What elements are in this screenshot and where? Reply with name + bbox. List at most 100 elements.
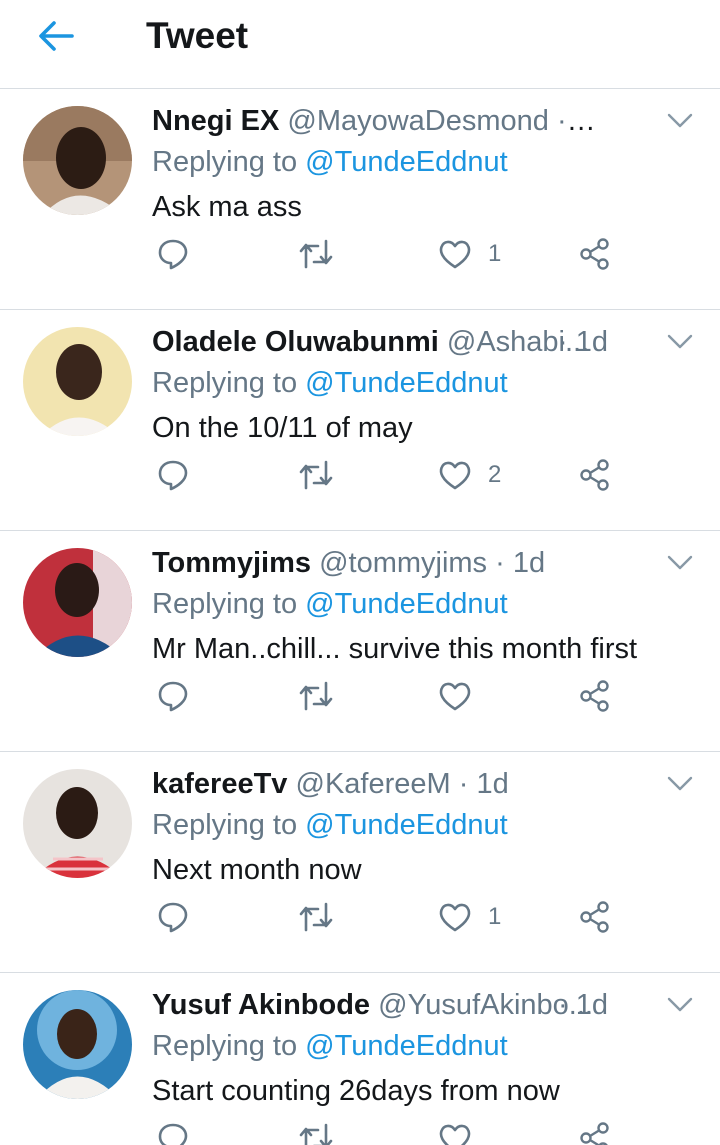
- reply-icon: [158, 681, 188, 712]
- replying-to-label: Replying to: [152, 588, 298, 620]
- chevron-down-icon[interactable]: [664, 993, 696, 1017]
- reply-button[interactable]: [156, 892, 190, 942]
- tweet-text: On the 10/11 of may: [152, 412, 413, 444]
- tweet[interactable]: kafereeTv @KafereeM · 1d Replying to @Tu…: [0, 752, 720, 973]
- retweet-button[interactable]: [298, 229, 334, 279]
- replying-to: Replying to @TundeEddnut: [152, 807, 508, 843]
- tweet-text: Start counting 26days from now: [152, 1075, 560, 1107]
- reply-icon: [158, 902, 188, 933]
- chevron-down-icon[interactable]: [664, 551, 696, 575]
- tweet[interactable]: Oladele Oluwabunmi @Ashabi... · 1d Reply…: [0, 310, 720, 531]
- chevron-down-icon[interactable]: [664, 109, 696, 133]
- retweet-icon: [299, 681, 333, 711]
- share-icon: [580, 680, 609, 712]
- replying-to: Replying to @TundeEddnut: [152, 144, 508, 180]
- author-handle[interactable]: @MayowaDesmond: [287, 105, 549, 137]
- tweet-text: Next month now: [152, 854, 362, 886]
- tweet[interactable]: Yusuf Akinbode @YusufAkinbo... · 1d Repl…: [0, 973, 720, 1145]
- share-icon: [580, 1122, 609, 1145]
- retweet-button[interactable]: [298, 1113, 334, 1145]
- mention-link[interactable]: @TundeEddnut: [305, 1030, 508, 1062]
- heart-icon: [439, 1124, 471, 1145]
- retweet-button[interactable]: [298, 450, 334, 500]
- tweet-text: Ask ma ass: [152, 191, 302, 223]
- chevron-down-icon[interactable]: [664, 772, 696, 796]
- author-name[interactable]: Nnegi EX: [152, 105, 279, 137]
- tweet-actions: 2: [0, 450, 720, 500]
- reply-icon: [158, 239, 188, 270]
- author-name[interactable]: kafereeTv: [152, 768, 287, 800]
- tweet-actions: 1: [0, 892, 720, 942]
- retweet-button[interactable]: [298, 671, 334, 721]
- timestamp: · 1d: [558, 989, 608, 1021]
- like-button[interactable]: 1: [438, 892, 501, 942]
- mention-link[interactable]: @TundeEddnut: [305, 809, 508, 841]
- tweet[interactable]: Tommyjims @tommyjims · 1d Replying to @T…: [0, 531, 720, 752]
- tweet[interactable]: Nnegi EX @MayowaDesmond · 1d Replying to…: [0, 89, 720, 310]
- author-name[interactable]: Yusuf Akinbode: [152, 989, 370, 1021]
- mention-link[interactable]: @TundeEddnut: [305, 146, 508, 178]
- mention-link[interactable]: @TundeEddnut: [305, 367, 508, 399]
- replying-to-label: Replying to: [152, 367, 298, 399]
- reply-button[interactable]: [156, 671, 190, 721]
- author-name[interactable]: Oladele Oluwabunmi: [152, 326, 439, 358]
- tweet-actions: 1: [0, 229, 720, 279]
- replying-to-label: Replying to: [152, 146, 298, 178]
- author-name[interactable]: Tommyjims: [152, 547, 311, 579]
- like-count: 1: [488, 903, 502, 930]
- replying-to: Replying to @TundeEddnut: [152, 586, 508, 622]
- tweet-header: Nnegi EX @MayowaDesmond · 1d: [152, 103, 602, 139]
- back-arrow-icon[interactable]: [34, 14, 78, 58]
- avatar[interactable]: [23, 769, 132, 878]
- heart-icon: [439, 461, 471, 490]
- author-handle[interactable]: @KafereeM: [296, 768, 451, 800]
- retweet-icon: [299, 460, 333, 490]
- share-button[interactable]: [578, 1113, 612, 1145]
- timestamp: · 1d: [495, 547, 546, 579]
- page-title: Tweet: [146, 15, 249, 56]
- tweet-text: Mr Man..chill... survive this month firs…: [152, 633, 638, 665]
- like-count: 2: [488, 461, 502, 488]
- top-bar: Tweet: [0, 0, 720, 89]
- share-icon: [580, 459, 609, 491]
- replying-to-label: Replying to: [152, 809, 298, 841]
- reply-button[interactable]: [156, 1113, 190, 1145]
- tweet-header: Tommyjims @tommyjims · 1d: [152, 545, 602, 581]
- share-icon: [580, 238, 609, 270]
- mention-link[interactable]: @TundeEddnut: [305, 588, 508, 620]
- author-handle[interactable]: @tommyjims: [319, 547, 487, 579]
- reply-button[interactable]: [156, 229, 190, 279]
- chevron-down-icon[interactable]: [664, 330, 696, 354]
- like-button[interactable]: 2: [438, 450, 501, 500]
- avatar[interactable]: [23, 106, 132, 215]
- tweet-header: kafereeTv @KafereeM · 1d: [152, 766, 602, 802]
- like-button[interactable]: [438, 1113, 488, 1145]
- reply-button[interactable]: [156, 450, 190, 500]
- retweet-button[interactable]: [298, 892, 334, 942]
- replying-to: Replying to @TundeEddnut: [152, 365, 508, 401]
- avatar[interactable]: [23, 990, 132, 1099]
- share-button[interactable]: [578, 450, 612, 500]
- timestamp: · 1d: [458, 768, 509, 800]
- heart-icon: [439, 682, 471, 711]
- like-count: 1: [488, 240, 502, 267]
- heart-icon: [439, 903, 471, 932]
- replying-to: Replying to @TundeEddnut: [152, 1028, 508, 1064]
- tweet-header: Yusuf Akinbode @YusufAkinbo...: [152, 987, 602, 1023]
- share-button[interactable]: [578, 229, 612, 279]
- reply-icon: [158, 1123, 188, 1145]
- tweet-actions: [0, 1113, 720, 1145]
- tweet-header: Oladele Oluwabunmi @Ashabi...: [152, 324, 602, 360]
- reply-icon: [158, 460, 188, 491]
- share-button[interactable]: [578, 671, 612, 721]
- avatar[interactable]: [23, 548, 132, 657]
- tweet-actions: [0, 671, 720, 721]
- retweet-icon: [299, 902, 333, 932]
- timestamp: · 1d: [558, 326, 608, 358]
- replying-to-label: Replying to: [152, 1030, 298, 1062]
- share-icon: [580, 901, 609, 933]
- share-button[interactable]: [578, 892, 612, 942]
- like-button[interactable]: 1: [438, 229, 501, 279]
- like-button[interactable]: [438, 671, 488, 721]
- avatar[interactable]: [23, 327, 132, 436]
